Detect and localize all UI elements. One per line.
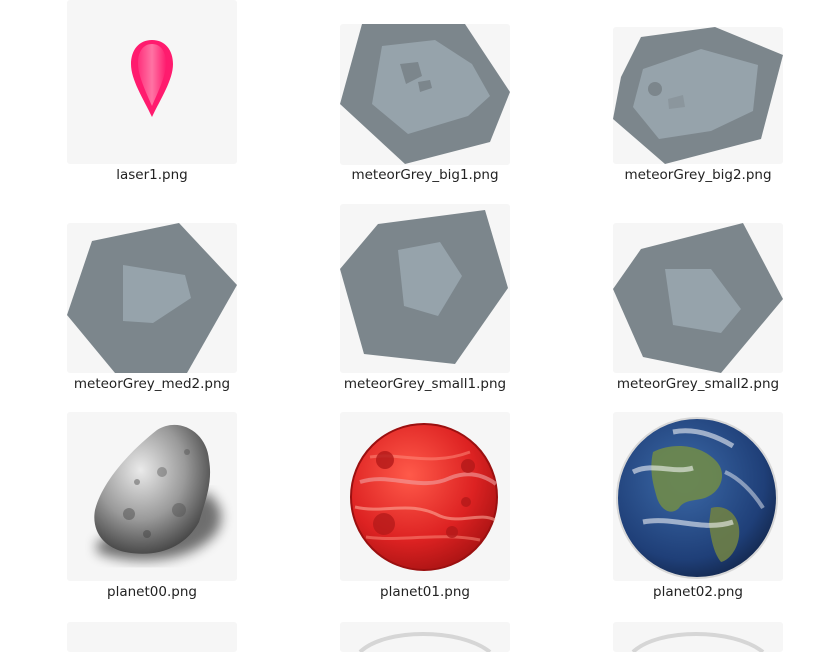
meteor-thumbnail [67,223,237,373]
meteor-thumbnail [340,24,510,165]
meteor-icon [340,24,510,164]
red-planet-icon [350,423,498,571]
meteor-icon [613,27,783,164]
file-thumbnail [613,622,783,652]
meteor-thumbnail [613,27,783,164]
meteor-icon [67,223,237,373]
meteor-thumbnail [340,204,510,373]
asteroid-icon [94,424,222,561]
laser-icon [131,40,173,117]
file-name: planet00.png [107,584,197,600]
file-name: planet01.png [380,584,470,600]
file-thumbnail [340,622,510,652]
laser-thumbnail [67,0,237,164]
file-name: laser1.png [116,167,188,183]
meteor-icon [613,223,783,373]
planet-thumbnail [340,412,510,581]
meteor-icon [340,210,508,364]
file-name: meteorGrey_big2.png [624,167,772,183]
planet-icon [358,632,492,652]
file-grid: laser1.png meteorGrey_big1.png meteorGre… [0,0,830,652]
file-name: meteorGrey_small1.png [343,376,507,392]
file-thumbnail [67,622,237,652]
file-name: planet02.png [653,584,743,600]
asteroid-thumbnail [67,412,237,581]
file-name: meteorGrey_small2.png [616,376,780,392]
file-name: meteorGrey_big1.png [351,167,499,183]
earth-icon [616,417,778,579]
planet-icon [631,632,765,652]
planet-thumbnail [613,412,783,581]
file-name: meteorGrey_med2.png [73,376,231,392]
meteor-thumbnail [613,223,783,373]
